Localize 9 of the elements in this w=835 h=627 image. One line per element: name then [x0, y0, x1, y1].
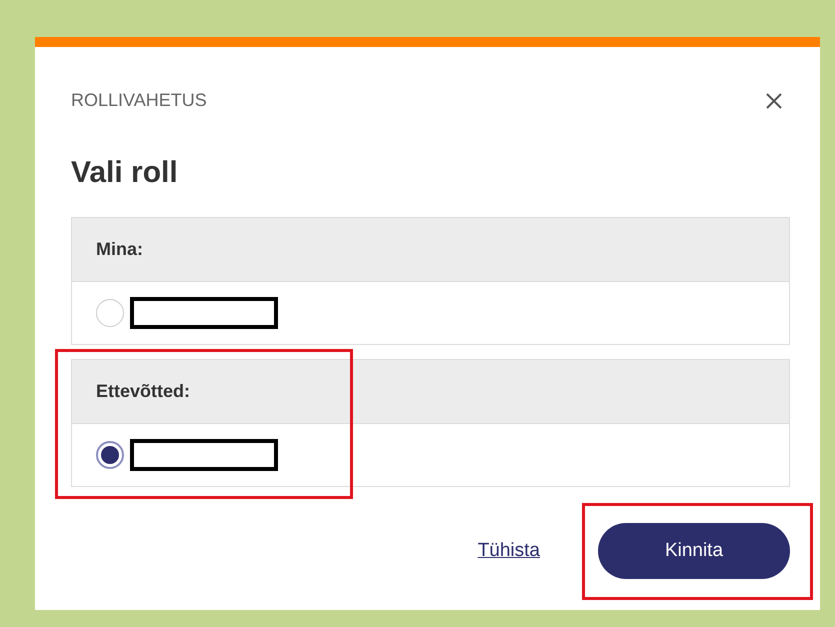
dialog-eyebrow: ROLLIVAHETUS: [71, 89, 207, 112]
dialog-title: Vali roll: [70, 155, 178, 191]
group-label: Mina:: [96, 238, 143, 261]
close-icon[interactable]: [764, 90, 784, 110]
radio-button[interactable]: [96, 441, 124, 469]
confirm-button[interactable]: Kinnita: [598, 523, 790, 579]
group-label: Ettevõtted:: [96, 380, 190, 403]
cancel-link[interactable]: Tühista: [478, 536, 540, 566]
radio-button[interactable]: [96, 299, 124, 327]
